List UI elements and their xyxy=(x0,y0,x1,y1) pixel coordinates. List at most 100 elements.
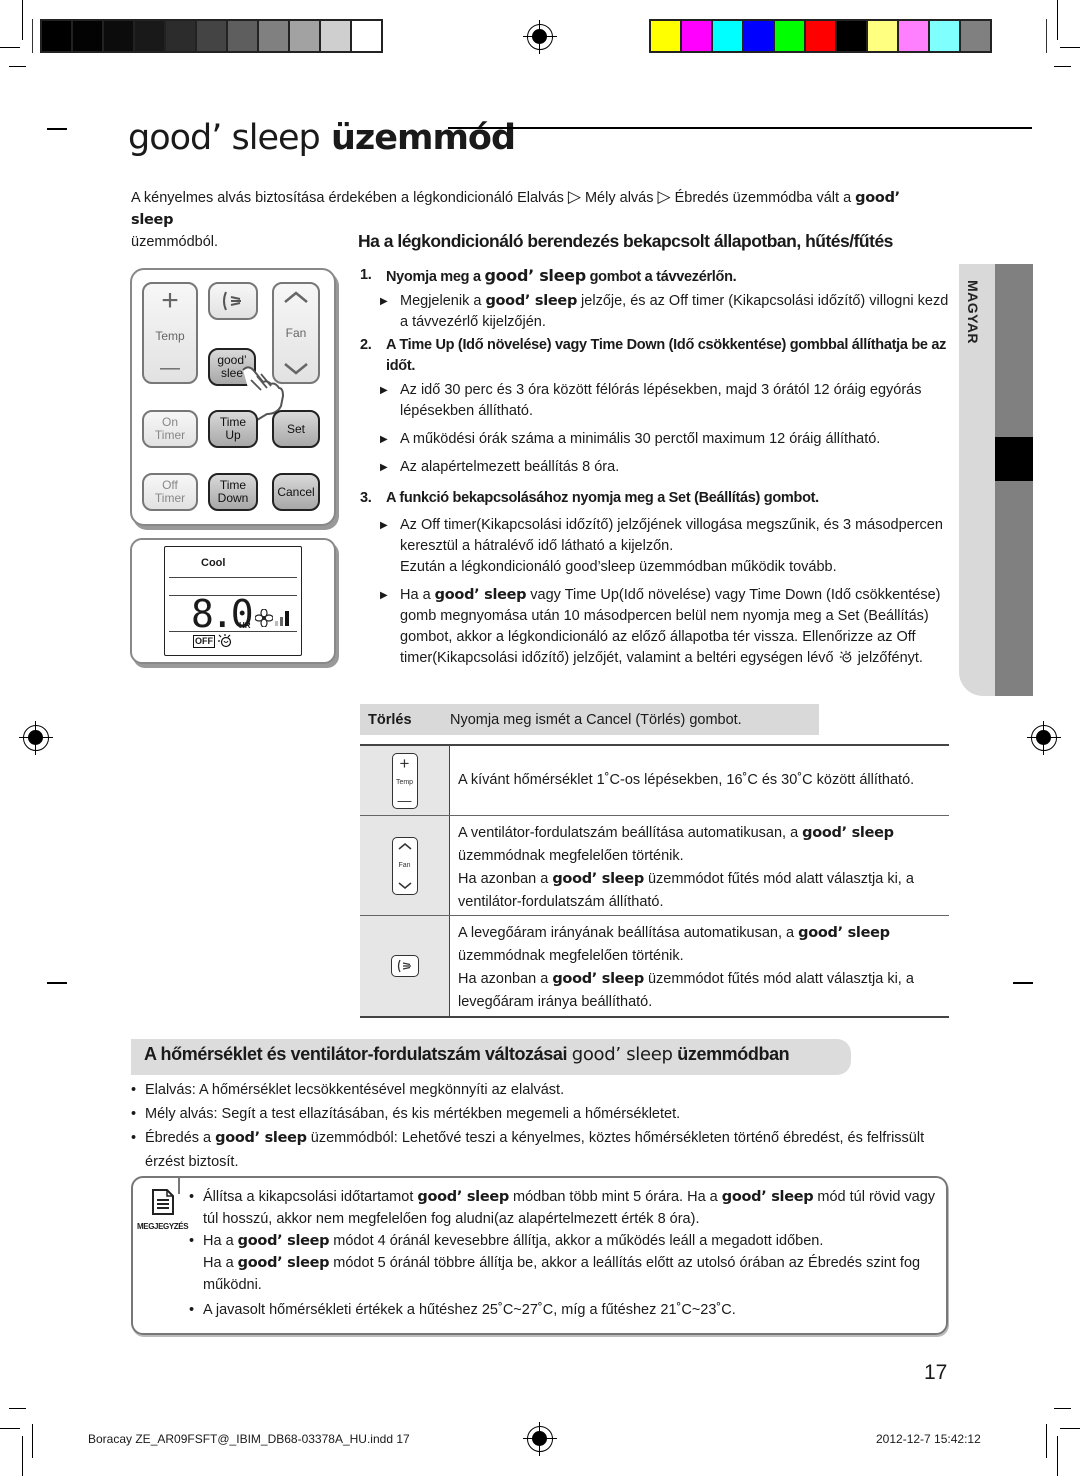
brand-good-sleep: good’ sleep xyxy=(721,1189,814,1205)
footer-timestamp: 2012-12-7 15:42:12 xyxy=(876,1432,981,1446)
time-up-button[interactable]: Time Up xyxy=(208,410,258,448)
calibration-swatch xyxy=(197,21,226,51)
table-icon-cell xyxy=(360,916,450,1016)
table-row: + Temp — A kívánt hőmérséklet 1˚C-os lépés… xyxy=(360,746,949,816)
crop-mark xyxy=(1057,1436,1058,1476)
step-3-bullet: ▶ Ha a good’ sleep vagy Time Up(Idő növe… xyxy=(360,585,950,669)
calibration-swatch xyxy=(806,21,835,51)
step-2-bullet: ▶ Az idő 30 perc és 3 óra között félórás… xyxy=(360,380,950,422)
temp-button-icon: + Temp — xyxy=(391,752,418,809)
calibration-swatch xyxy=(135,21,164,51)
calibration-swatch xyxy=(228,21,257,51)
crop-mark xyxy=(32,19,33,53)
registration-mark-icon xyxy=(19,721,53,755)
note-document-icon xyxy=(152,1189,174,1215)
brand-good-sleep: good’ sleep xyxy=(434,587,527,603)
note-tab-line xyxy=(178,1176,180,1194)
calibration-swatch xyxy=(651,21,680,51)
calibration-swatch xyxy=(837,21,866,51)
crop-mark xyxy=(22,1436,23,1476)
step-2-bullet: ▶ Az alapértelmezett beállítás 8 óra. xyxy=(360,457,950,478)
note-body: • Állítsa a kikapcsolási időtartamot good… xyxy=(189,1186,939,1321)
calibration-swatch xyxy=(868,21,897,51)
temp-button[interactable]: + Temp — xyxy=(142,282,198,384)
calibration-swatch xyxy=(166,21,195,51)
calibration-swatch xyxy=(713,21,742,51)
brand-good-sleep: good’ sleep xyxy=(237,1233,330,1249)
minus-icon: — xyxy=(160,357,180,379)
fan-level-bar xyxy=(285,611,289,626)
divider xyxy=(169,577,297,578)
triangle-bullet-icon: ▶ xyxy=(380,520,388,531)
set-button[interactable]: Set xyxy=(272,410,320,448)
calibration-swatch xyxy=(352,21,381,51)
table-row: A levegőáram irányának beállítása automa… xyxy=(360,916,949,1016)
trim-mark xyxy=(47,128,67,130)
lcd-screen: Cool 8.0 HR OFF xyxy=(164,546,302,656)
fan-button-icon: Fan xyxy=(391,836,418,895)
brand-good-sleep: good’ sleep xyxy=(484,266,586,285)
chevron-up-icon xyxy=(398,842,411,850)
divider xyxy=(169,631,297,632)
page-title: good’ sleep üzemmód xyxy=(128,118,516,158)
table-icon-cell: + Temp — xyxy=(360,746,450,815)
grayscale-calibration-bar xyxy=(40,19,383,53)
on-timer-button[interactable]: On Timer xyxy=(142,410,198,448)
airflow-icon xyxy=(397,959,411,973)
calibration-swatch xyxy=(73,21,102,51)
brand-good-sleep: good’ sleep xyxy=(417,1189,509,1205)
cancel-label: Törlés xyxy=(368,711,412,728)
brand-good-sleep: good’ sleep xyxy=(237,1255,330,1271)
section-heading: A hőmérséklet és ventilátor-fordulatszám… xyxy=(131,1039,851,1075)
crop-mark xyxy=(22,0,23,40)
note-box: MEGJEGYZÉS • Állítsa a kikapcsolási időta… xyxy=(131,1176,948,1335)
cancel-info-row: Törlés Nyomja meg ismét a Cancel (Törlés… xyxy=(360,704,819,735)
cancel-button[interactable]: Cancel xyxy=(272,473,320,511)
color-calibration-bar xyxy=(649,19,992,53)
table-text: A kívánt hőmérséklet 1˚C-os lépésekben, … xyxy=(458,772,915,788)
list-item: • Mély alvás: Segít a test ellazításában,… xyxy=(131,1106,681,1122)
crop-mark xyxy=(0,47,20,48)
calibration-swatch xyxy=(290,21,319,51)
crop-mark xyxy=(1046,1424,1047,1458)
step-2-bullet: ▶ A működési órák száma a minimális 30 p… xyxy=(360,429,950,450)
brand-good-sleep: good’ sleep xyxy=(552,871,644,887)
crop-mark xyxy=(9,66,26,67)
step-1-bullet: ▶ Megjelenik a good’ sleep jelzője, és a… xyxy=(360,291,950,333)
crop-mark xyxy=(9,1408,26,1409)
brand-good-sleep: good’ sleep xyxy=(571,1044,673,1065)
note-item: • Ha a good’ sleep módot 4 óránál keveseb… xyxy=(189,1233,921,1293)
title-rule xyxy=(448,127,1032,129)
brand-good-sleep: good’ sleep xyxy=(485,293,578,309)
note-item: • Állítsa a kikapcsolási időtartamot good… xyxy=(189,1189,936,1227)
brand-good-sleep: good’ sleep xyxy=(552,971,644,987)
title-text: üzemmód xyxy=(319,118,516,158)
trim-mark xyxy=(47,982,67,984)
brand-good-sleep: good’ sleep xyxy=(802,825,894,841)
plus-icon: + xyxy=(161,284,179,317)
good-sleep-indicator-icon xyxy=(218,634,232,648)
calibration-swatch xyxy=(961,21,990,51)
calibration-swatch xyxy=(321,21,350,51)
brand-good-sleep: good’ sleep xyxy=(215,1130,307,1146)
trim-mark xyxy=(1013,982,1033,984)
crop-mark xyxy=(1054,66,1071,67)
table-text: A levegőáram irányának beállítása automa… xyxy=(458,925,914,1010)
crop-mark xyxy=(0,1428,20,1429)
list-item: • Ébredés a good’ sleep üzemmódból: Lehet… xyxy=(131,1130,925,1170)
airflow-button[interactable] xyxy=(208,282,258,320)
time-down-button[interactable]: Time Down xyxy=(208,473,258,511)
sleep-phase-list: • Elalvás: A hőmérséklet lecsökkentésével… xyxy=(131,1078,961,1174)
step-1-heading: 1. Nyomja meg a good’ sleep gombot a táv… xyxy=(360,266,737,285)
remote-display-illustration: Cool 8.0 HR OFF xyxy=(130,538,336,664)
calibration-swatch xyxy=(744,21,773,51)
note-item: • A javasolt hőmérsékleti értékek a hűtés… xyxy=(189,1302,736,1318)
fan-icon xyxy=(255,609,273,627)
airflow-button-icon xyxy=(390,955,419,977)
triangle-bullet-icon: ▶ xyxy=(380,385,388,396)
step-3-heading: 3. A funkció bekapcsolásához nyomja meg … xyxy=(360,490,819,506)
triangle-bullet-icon: ▶ xyxy=(380,462,388,473)
arrow-icon: ▷ xyxy=(567,187,581,206)
off-timer-button[interactable]: Off Timer xyxy=(142,473,198,511)
crop-mark xyxy=(1060,47,1080,48)
